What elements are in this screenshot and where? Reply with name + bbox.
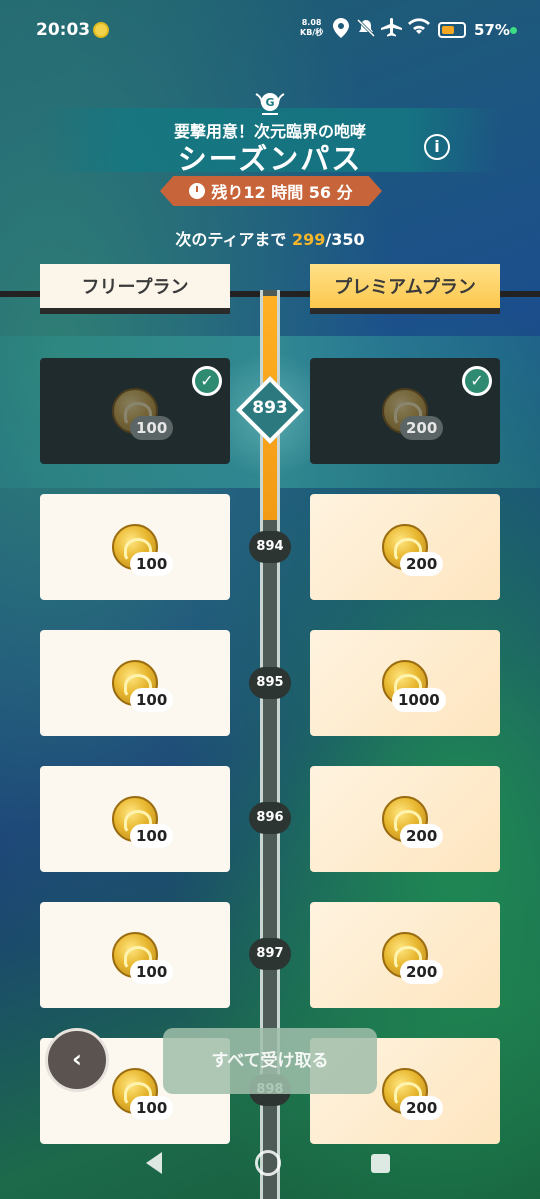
reward-amount: 100 <box>130 960 174 984</box>
next-tier-current: 299 <box>291 230 326 249</box>
network-speed: 8.08 KB/秒 <box>300 18 323 38</box>
battery-icon <box>438 22 466 38</box>
season-emblem-icon: G <box>252 88 288 118</box>
clock-icon <box>189 183 206 199</box>
airplane-icon <box>381 18 403 43</box>
network-speed-unit: KB/秒 <box>300 28 324 37</box>
reward-amount: 100 <box>130 1096 174 1120</box>
reward-amount: 1000 <box>392 688 446 712</box>
free-reward-card[interactable]: 100 <box>40 494 230 600</box>
next-tier-label: 次のティアまで <box>175 230 292 249</box>
nav-recents-icon[interactable] <box>371 1154 390 1173</box>
claimed-check-icon: ✓ <box>192 366 222 396</box>
location-icon <box>333 18 349 43</box>
premium-reward-card[interactable]: 200 <box>310 902 500 1008</box>
nav-home-icon[interactable] <box>255 1150 281 1176</box>
reward-amount: 100 <box>130 416 174 440</box>
reward-amount: 100 <box>130 552 174 576</box>
free-reward-card[interactable]: 100 <box>40 902 230 1008</box>
reward-amount: 200 <box>400 416 444 440</box>
current-tier-level: 893 <box>252 398 288 418</box>
network-speed-value: 8.08 <box>301 18 322 27</box>
notification-coin-icon <box>93 22 109 38</box>
svg-text:G: G <box>265 96 274 109</box>
premium-reward-card[interactable]: 200 <box>310 494 500 600</box>
premium-reward-card[interactable]: 200 ✓ <box>310 358 500 464</box>
claimed-check-icon: ✓ <box>462 366 492 396</box>
next-tier-progress: 次のティアまで 299/350 <box>0 226 540 250</box>
free-reward-card[interactable]: 100 <box>40 630 230 736</box>
claim-all-button[interactable]: すべて受け取る <box>163 1028 377 1094</box>
free-reward-card[interactable]: 100 ✓ <box>40 358 230 464</box>
free-reward-card[interactable]: 100 <box>40 766 230 872</box>
back-button[interactable]: ‹ <box>45 1028 109 1092</box>
timer-text: 残り12 時間 56 分 <box>211 183 353 202</box>
reward-amount: 100 <box>130 688 174 712</box>
chevron-left-icon: ‹ <box>72 1045 82 1073</box>
free-plan-label: フリープラン <box>81 277 189 298</box>
tier-node: 896 <box>249 802 291 834</box>
active-indicator <box>510 27 517 34</box>
nav-back-icon[interactable] <box>146 1152 162 1174</box>
wifi-icon <box>407 18 431 41</box>
status-time: 20:03 <box>36 20 91 40</box>
page-title: シーズンパス <box>177 142 363 176</box>
reward-amount: 200 <box>400 1096 444 1120</box>
tab-free-plan[interactable]: フリープラン <box>40 264 230 314</box>
tier-node: 895 <box>249 667 291 699</box>
reward-amount: 200 <box>400 552 444 576</box>
tab-premium-plan[interactable]: プレミアムプラン <box>310 264 500 314</box>
info-button[interactable]: i <box>424 134 450 160</box>
premium-reward-card[interactable]: 1000 <box>310 630 500 736</box>
reward-amount: 200 <box>400 824 444 848</box>
tier-node: 894 <box>249 531 291 563</box>
reward-amount: 100 <box>130 824 174 848</box>
premium-reward-card[interactable]: 200 <box>310 766 500 872</box>
next-tier-total: /350 <box>325 230 365 249</box>
info-icon: i <box>434 137 440 156</box>
battery-percent: 57% <box>474 21 510 39</box>
tier-node: 897 <box>249 938 291 970</box>
status-bar: 20:03 8.08 KB/秒 57% <box>0 0 540 62</box>
reward-amount: 200 <box>400 960 444 984</box>
premium-plan-label: プレミアムプラン <box>334 277 476 298</box>
mute-icon <box>356 18 376 43</box>
season-timer: 残り12 時間 56 分 <box>160 176 382 206</box>
